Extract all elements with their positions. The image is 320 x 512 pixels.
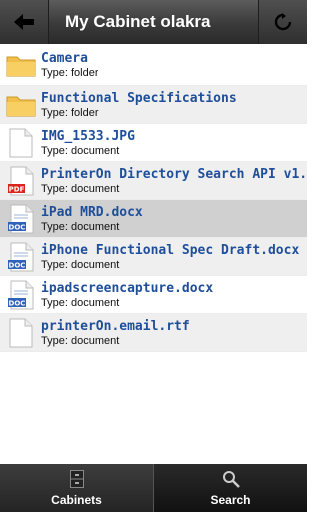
- list-item-printeron-email[interactable]: printerOn.email.rtf Type: document: [0, 314, 307, 352]
- folder-icon-wrap: [0, 86, 41, 123]
- page-title: My Cabinet olakra: [65, 12, 211, 31]
- refresh-icon: [274, 13, 292, 31]
- list-item-camera[interactable]: Camera Type: folder: [0, 44, 307, 86]
- item-type: Type: document: [41, 258, 120, 271]
- list-item-img-1533[interactable]: IMG_1533.JPG Type: document: [0, 124, 307, 162]
- doc-icon-label: DOC: [8, 299, 25, 307]
- item-name: Functional Specifications: [41, 90, 237, 106]
- top-bar: My Cabinet olakra: [0, 0, 307, 44]
- tab-label: Search: [210, 493, 251, 507]
- doc-icon-label: DOC: [8, 223, 25, 231]
- list-item-ipad-mrd[interactable]: DOC iPad MRD.docx Type: document: [0, 200, 307, 238]
- doc-icon: DOC: [7, 242, 33, 271]
- folder-icon-wrap: [0, 46, 41, 84]
- item-name: iPhone Functional Spec Draft.docx: [41, 242, 300, 258]
- document-icon-wrap: [0, 314, 41, 351]
- tab-cabinets[interactable]: Cabinets: [0, 464, 154, 512]
- folder-icon: [6, 56, 35, 76]
- back-button[interactable]: [0, 0, 49, 44]
- file-list: Camera Type: folder Functional Specifica…: [0, 44, 307, 464]
- document-icon: [9, 128, 32, 157]
- doc-icon-label: DOC: [8, 261, 25, 269]
- doc-icon: DOC: [7, 204, 33, 233]
- cabinet-icon: [69, 470, 84, 488]
- item-type: Type: document: [41, 334, 120, 347]
- list-item-printeron-directory-search[interactable]: PDF PrinterOn Directory Search API v1.1.…: [0, 162, 307, 200]
- item-type: Type: document: [41, 220, 120, 233]
- doc-icon: DOC: [7, 280, 33, 309]
- search-icon: [222, 471, 240, 488]
- item-type: Type: document: [41, 182, 120, 195]
- item-name: PrinterOn Directory Search API v1.1.: [41, 166, 307, 182]
- refresh-button[interactable]: [258, 0, 307, 44]
- list-item-functional-specifications[interactable]: Functional Specifications Type: folder: [0, 86, 307, 124]
- bottom-tab-bar: Cabinets Search: [0, 464, 307, 512]
- pdf-icon-wrap: PDF: [0, 162, 41, 199]
- item-type: Type: folder: [41, 66, 99, 79]
- item-type: Type: folder: [41, 106, 99, 119]
- item-type: Type: document: [41, 144, 120, 157]
- folder-icon: [6, 96, 35, 116]
- pdf-icon-label: PDF: [8, 185, 24, 193]
- doc-icon-wrap: DOC: [0, 200, 41, 237]
- item-name: ipadscreencapture.docx: [41, 280, 214, 296]
- pdf-icon: PDF: [7, 166, 33, 195]
- list-item-iphone-functional-spec[interactable]: DOC iPhone Functional Spec Draft.docx Ty…: [0, 238, 307, 276]
- tab-label: Cabinets: [51, 493, 102, 507]
- document-icon-wrap: [0, 124, 41, 161]
- list-item-ipadscreencapture[interactable]: DOC ipadscreencapture.docx Type: documen…: [0, 276, 307, 314]
- item-type: Type: document: [41, 296, 120, 309]
- document-icon: [9, 318, 32, 347]
- item-name: printerOn.email.rtf: [41, 318, 190, 334]
- item-name: iPad MRD.docx: [41, 204, 143, 220]
- item-name: Camera: [41, 50, 88, 66]
- doc-icon-wrap: DOC: [0, 238, 41, 275]
- doc-icon-wrap: DOC: [0, 276, 41, 313]
- back-arrow-icon: [14, 14, 34, 30]
- item-name: IMG_1533.JPG: [41, 128, 135, 144]
- tab-search[interactable]: Search: [154, 464, 307, 512]
